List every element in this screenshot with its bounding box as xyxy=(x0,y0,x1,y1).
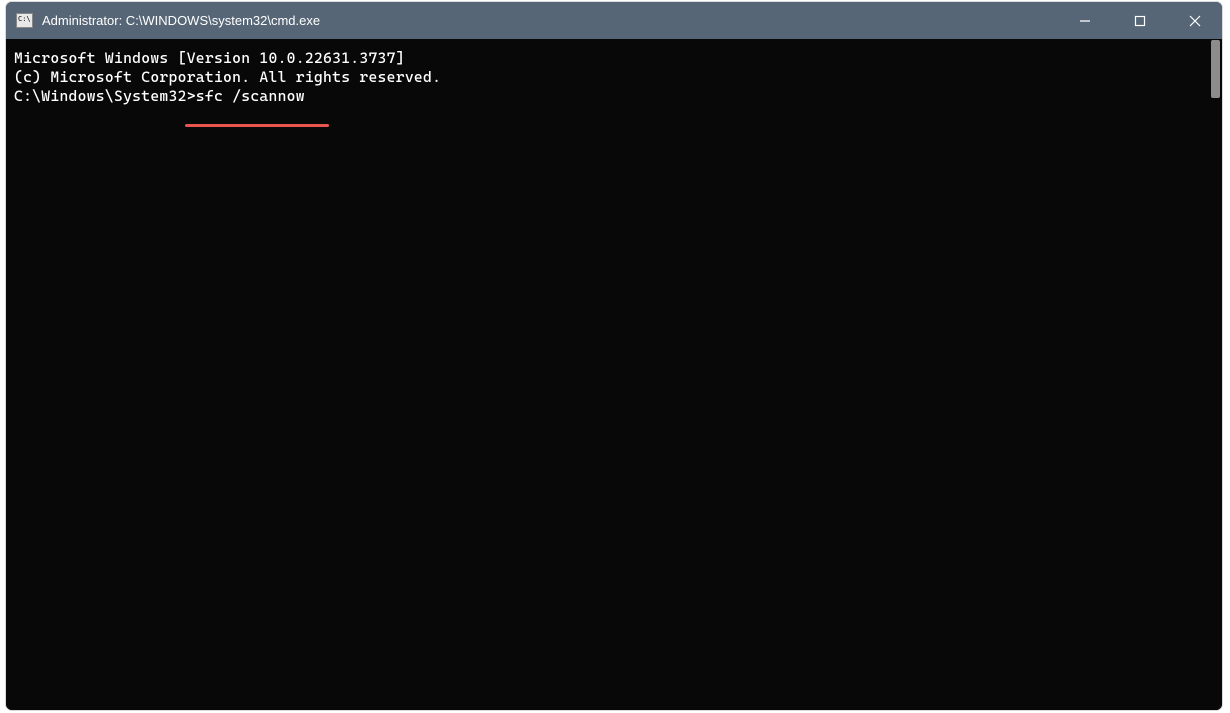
cmd-window: Administrator: C:\WINDOWS\system32\cmd.e… xyxy=(6,2,1222,710)
cmd-icon xyxy=(16,13,33,28)
copyright-line: (c) Microsoft Corporation. All rights re… xyxy=(14,68,1214,87)
version-line: Microsoft Windows [Version 10.0.22631.37… xyxy=(14,49,1214,68)
close-icon xyxy=(1189,15,1201,27)
annotation-underline xyxy=(185,124,329,127)
close-button[interactable] xyxy=(1167,2,1222,39)
titlebar[interactable]: Administrator: C:\WINDOWS\system32\cmd.e… xyxy=(6,2,1222,39)
command-text: sfc /scannow xyxy=(196,87,305,105)
maximize-button[interactable] xyxy=(1112,2,1167,39)
minimize-button[interactable] xyxy=(1057,2,1112,39)
minimize-icon xyxy=(1079,15,1091,27)
scrollbar-track[interactable] xyxy=(1206,40,1220,708)
window-title: Administrator: C:\WINDOWS\system32\cmd.e… xyxy=(42,13,1057,28)
prompt-line: C:\Windows\System32>sfc /scannow xyxy=(14,87,1214,106)
scrollbar-thumb[interactable] xyxy=(1211,40,1220,98)
window-controls xyxy=(1057,2,1222,39)
maximize-icon xyxy=(1134,15,1146,27)
terminal-body[interactable]: Microsoft Windows [Version 10.0.22631.37… xyxy=(6,39,1222,710)
prompt-prefix: C:\Windows\System32> xyxy=(14,87,196,105)
